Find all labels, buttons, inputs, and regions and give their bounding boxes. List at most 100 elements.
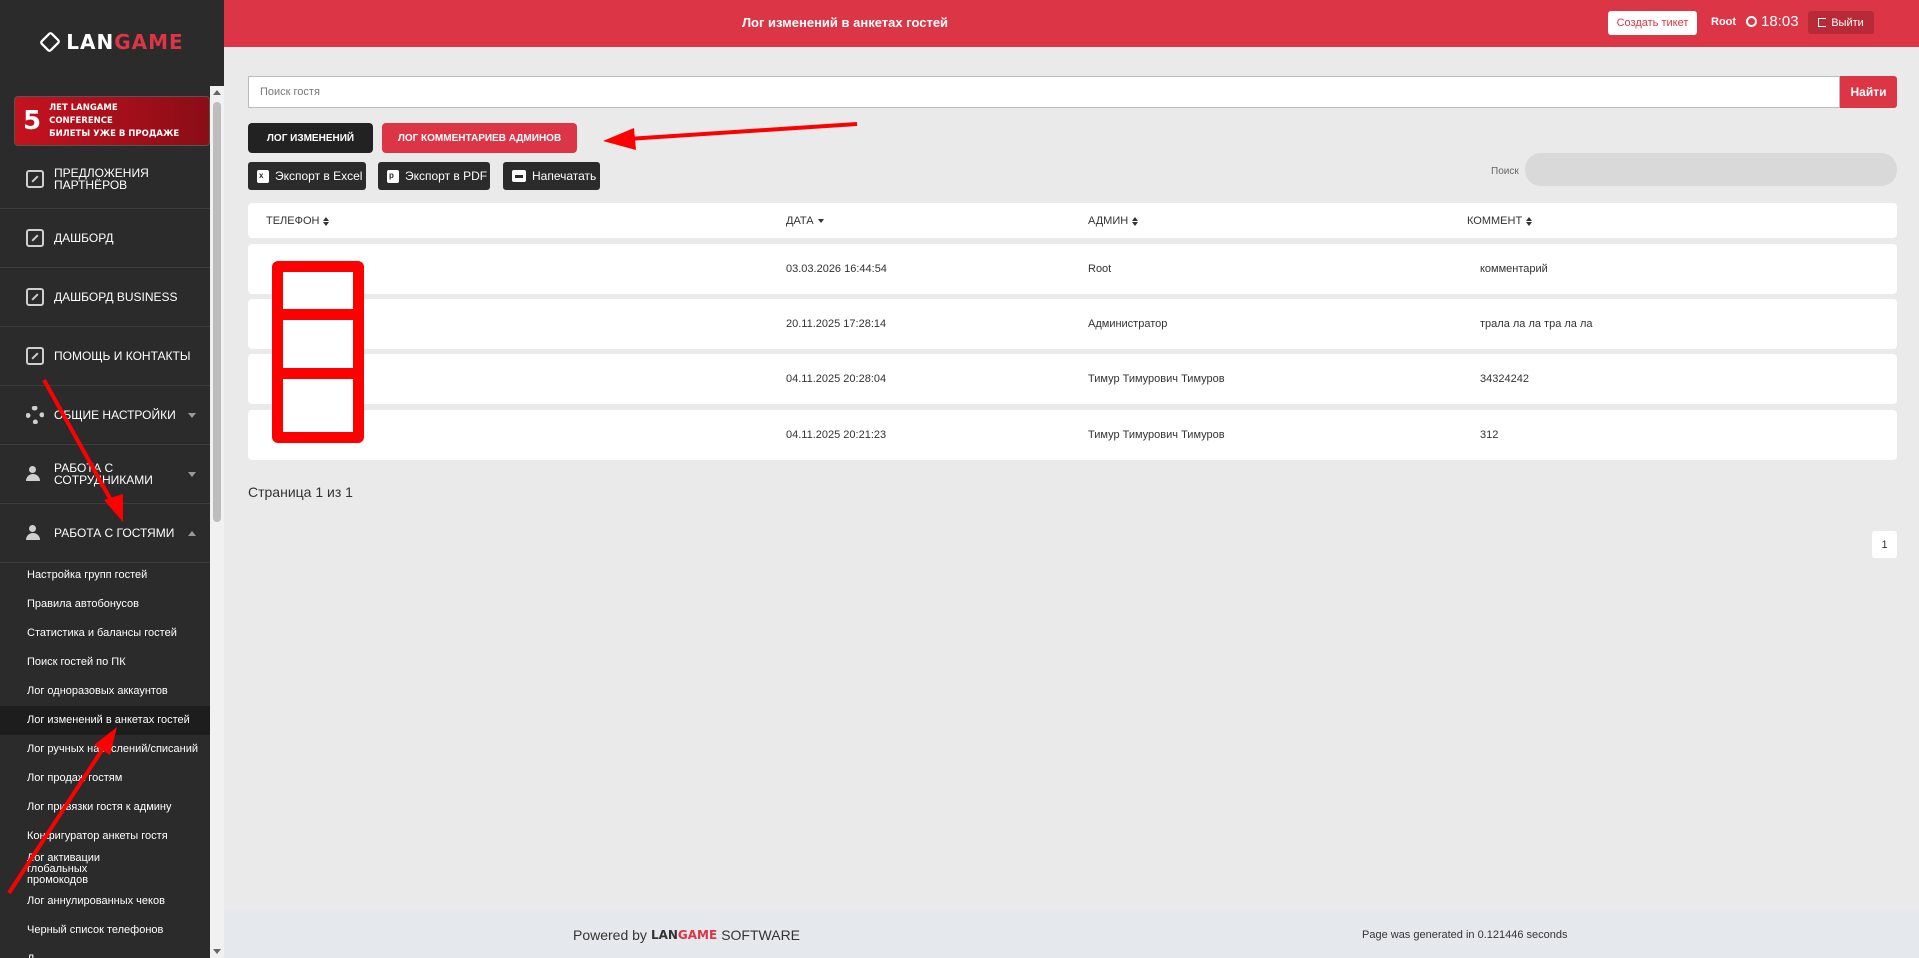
table-row: 03.03.2026 16:44:54 Root комментарий bbox=[248, 244, 1897, 294]
chevron-up-icon bbox=[188, 531, 196, 536]
sidebar-item-staff[interactable]: Работа с сотрудниками bbox=[0, 445, 210, 504]
redaction-bar bbox=[283, 368, 353, 379]
sort-desc-icon bbox=[817, 219, 824, 223]
sidebar-menu: Предложения партнёров Дашборд Дашборд Bu… bbox=[0, 150, 210, 563]
scroll-up-icon[interactable] bbox=[213, 90, 221, 95]
table-row: 20.11.2025 17:28:14 Администратор трала … bbox=[248, 299, 1897, 349]
submenu-item[interactable]: Правила автобонусов bbox=[0, 590, 210, 619]
sidebar: LANGAME 5 ЛЕТ LANGAME CONFERENCE БИЛЕТЫ … bbox=[0, 0, 224, 958]
powered-by: Powered by LANGAME SOFTWARE bbox=[573, 927, 801, 943]
sidebar-item-dashboard[interactable]: Дашборд bbox=[0, 209, 210, 268]
guest-search-input[interactable]: Поиск гостя bbox=[248, 76, 1840, 108]
sidebar-item-label: Дашборд Business bbox=[54, 290, 178, 304]
search-button[interactable]: Найти bbox=[1840, 76, 1897, 108]
sidebar-item-label: Помощь и контакты bbox=[54, 349, 191, 363]
cell-date: 03.03.2026 16:44:54 bbox=[786, 263, 887, 275]
scroll-down-icon[interactable] bbox=[213, 949, 221, 954]
sort-icon bbox=[1526, 216, 1533, 226]
sidebar-item-partners[interactable]: Предложения партнёров bbox=[0, 150, 210, 209]
sort-icon bbox=[323, 216, 330, 226]
arrowhead bbox=[603, 128, 636, 150]
cell-admin: Администратор bbox=[1088, 318, 1168, 330]
edit-icon bbox=[26, 347, 44, 365]
chevron-down-icon bbox=[188, 472, 196, 477]
export-pdf-label: Экспорт в PDF bbox=[405, 169, 488, 183]
table-row: 04.11.2025 20:21:23 Тимур Тимурович Тиму… bbox=[248, 410, 1897, 460]
submenu-item[interactable]: Лог продаж гостям bbox=[0, 764, 210, 793]
logo-text: LANGAME bbox=[66, 30, 184, 54]
column-header-date[interactable]: Дата bbox=[786, 215, 824, 227]
logo[interactable]: LANGAME bbox=[0, 0, 224, 84]
excel-icon: x bbox=[257, 169, 269, 183]
cell-admin: Root bbox=[1088, 263, 1112, 275]
column-header-comment[interactable]: Коммент bbox=[1467, 215, 1533, 227]
logout-button[interactable]: Выйти bbox=[1808, 11, 1874, 34]
column-header-phone[interactable]: Телефон bbox=[266, 215, 330, 227]
table-row: 04.11.2025 20:28:04 Тимур Тимурович Тиму… bbox=[248, 354, 1897, 404]
users-icon bbox=[26, 525, 44, 541]
cell-date: 04.11.2025 20:28:04 bbox=[786, 373, 887, 385]
tab-changes-log[interactable]: Лог изменений bbox=[248, 123, 373, 153]
table-filter-input[interactable] bbox=[1525, 153, 1897, 186]
promo-banner[interactable]: 5 ЛЕТ LANGAME CONFERENCE БИЛЕТЫ УЖЕ В ПР… bbox=[14, 96, 210, 146]
cell-comment: 34324242 bbox=[1480, 373, 1529, 385]
clock-time: 18:03 bbox=[1761, 13, 1799, 30]
edit-icon bbox=[26, 288, 44, 306]
print-label: Напечатать bbox=[532, 169, 597, 183]
submenu-item-active[interactable]: Лог изменений в анкетах гостей bbox=[0, 706, 210, 735]
page-title: Лог изменений в анкетах гостей bbox=[741, 15, 949, 30]
logo-icon bbox=[39, 30, 62, 54]
table-header: Телефон Дата Админ Коммент bbox=[248, 203, 1897, 238]
print-button[interactable]: Напечатать bbox=[503, 162, 600, 190]
promo-number: 5 bbox=[23, 106, 42, 136]
sort-icon bbox=[1132, 216, 1139, 226]
create-ticket-button[interactable]: Создать тикет bbox=[1608, 11, 1697, 35]
export-pdf-button[interactable]: p Экспорт в PDF bbox=[378, 162, 490, 190]
generation-time: Page was generated in 0.121446 seconds bbox=[1362, 929, 1568, 941]
submenu-item[interactable]: Д... bbox=[0, 945, 210, 958]
cell-date: 04.11.2025 20:21:23 bbox=[786, 429, 887, 441]
page-button[interactable]: 1 bbox=[1872, 531, 1897, 558]
document-icon bbox=[26, 229, 44, 247]
submenu-item[interactable]: Конфигуратор анкеты гостя bbox=[0, 822, 210, 851]
submenu-item[interactable]: Лог одноразовых аккаунтов bbox=[0, 677, 210, 706]
user-name: Root bbox=[1711, 16, 1737, 28]
submenu-item[interactable]: Лог аннулированных чеков bbox=[0, 887, 210, 916]
submenu-item[interactable]: Лог привязки гостя к админу bbox=[0, 793, 210, 822]
sidebar-item-label: Работа с гостями bbox=[54, 526, 175, 540]
sidebar-item-settings[interactable]: Общие настройки bbox=[0, 386, 210, 445]
column-header-admin[interactable]: Админ bbox=[1088, 215, 1139, 227]
sidebar-item-dashboard-business[interactable]: Дашборд Business bbox=[0, 268, 210, 327]
edit-icon bbox=[26, 170, 44, 188]
sidebar-item-help[interactable]: Помощь и контакты bbox=[0, 327, 210, 386]
sidebar-scrollbar[interactable] bbox=[210, 86, 224, 958]
sidebar-item-guests[interactable]: Работа с гостями bbox=[0, 504, 210, 563]
clock: 18:03 bbox=[1746, 13, 1799, 30]
submenu-item[interactable]: Настройка групп гостей bbox=[0, 561, 210, 590]
submenu-item[interactable]: Поиск гостей по ПК bbox=[0, 648, 210, 677]
clock-icon bbox=[1746, 16, 1757, 27]
printer-icon bbox=[512, 170, 526, 182]
sidebar-item-label: Предложения партнёров bbox=[54, 166, 149, 192]
logout-label: Выйти bbox=[1831, 16, 1864, 29]
export-excel-button[interactable]: x Экспорт в Excel bbox=[248, 162, 366, 190]
cell-comment: 312 bbox=[1480, 429, 1499, 441]
sidebar-item-label: Работа с сотрудниками bbox=[54, 461, 153, 487]
scrollbar-thumb[interactable] bbox=[213, 102, 221, 522]
redaction-bar bbox=[283, 309, 353, 320]
cell-date: 20.11.2025 17:28:14 bbox=[786, 318, 887, 330]
logout-icon bbox=[1818, 18, 1827, 27]
arrow-to-comments-tab bbox=[627, 122, 858, 141]
footer: Powered by LANGAME SOFTWARE Page was gen… bbox=[224, 910, 1919, 958]
users-icon bbox=[26, 466, 44, 482]
tab-admin-comments-log[interactable]: Лог комментариев админов bbox=[382, 123, 577, 153]
submenu-item[interactable]: Лог активации глобальных промокодов bbox=[0, 851, 150, 887]
submenu-item[interactable]: Лог ручных начислений/списаний bbox=[0, 735, 210, 764]
submenu-item[interactable]: Черный список телефонов bbox=[0, 916, 210, 945]
cell-comment: трала ла ла тра ла ла bbox=[1480, 318, 1593, 330]
top-header: Лог изменений в анкетах гостей Создать т… bbox=[224, 0, 1919, 47]
phone-redaction bbox=[272, 261, 364, 443]
cell-admin: Тимур Тимурович Тимуров bbox=[1088, 373, 1225, 385]
submenu-item[interactable]: Статистика и балансы гостей bbox=[0, 619, 210, 648]
pdf-icon: p bbox=[387, 169, 399, 183]
